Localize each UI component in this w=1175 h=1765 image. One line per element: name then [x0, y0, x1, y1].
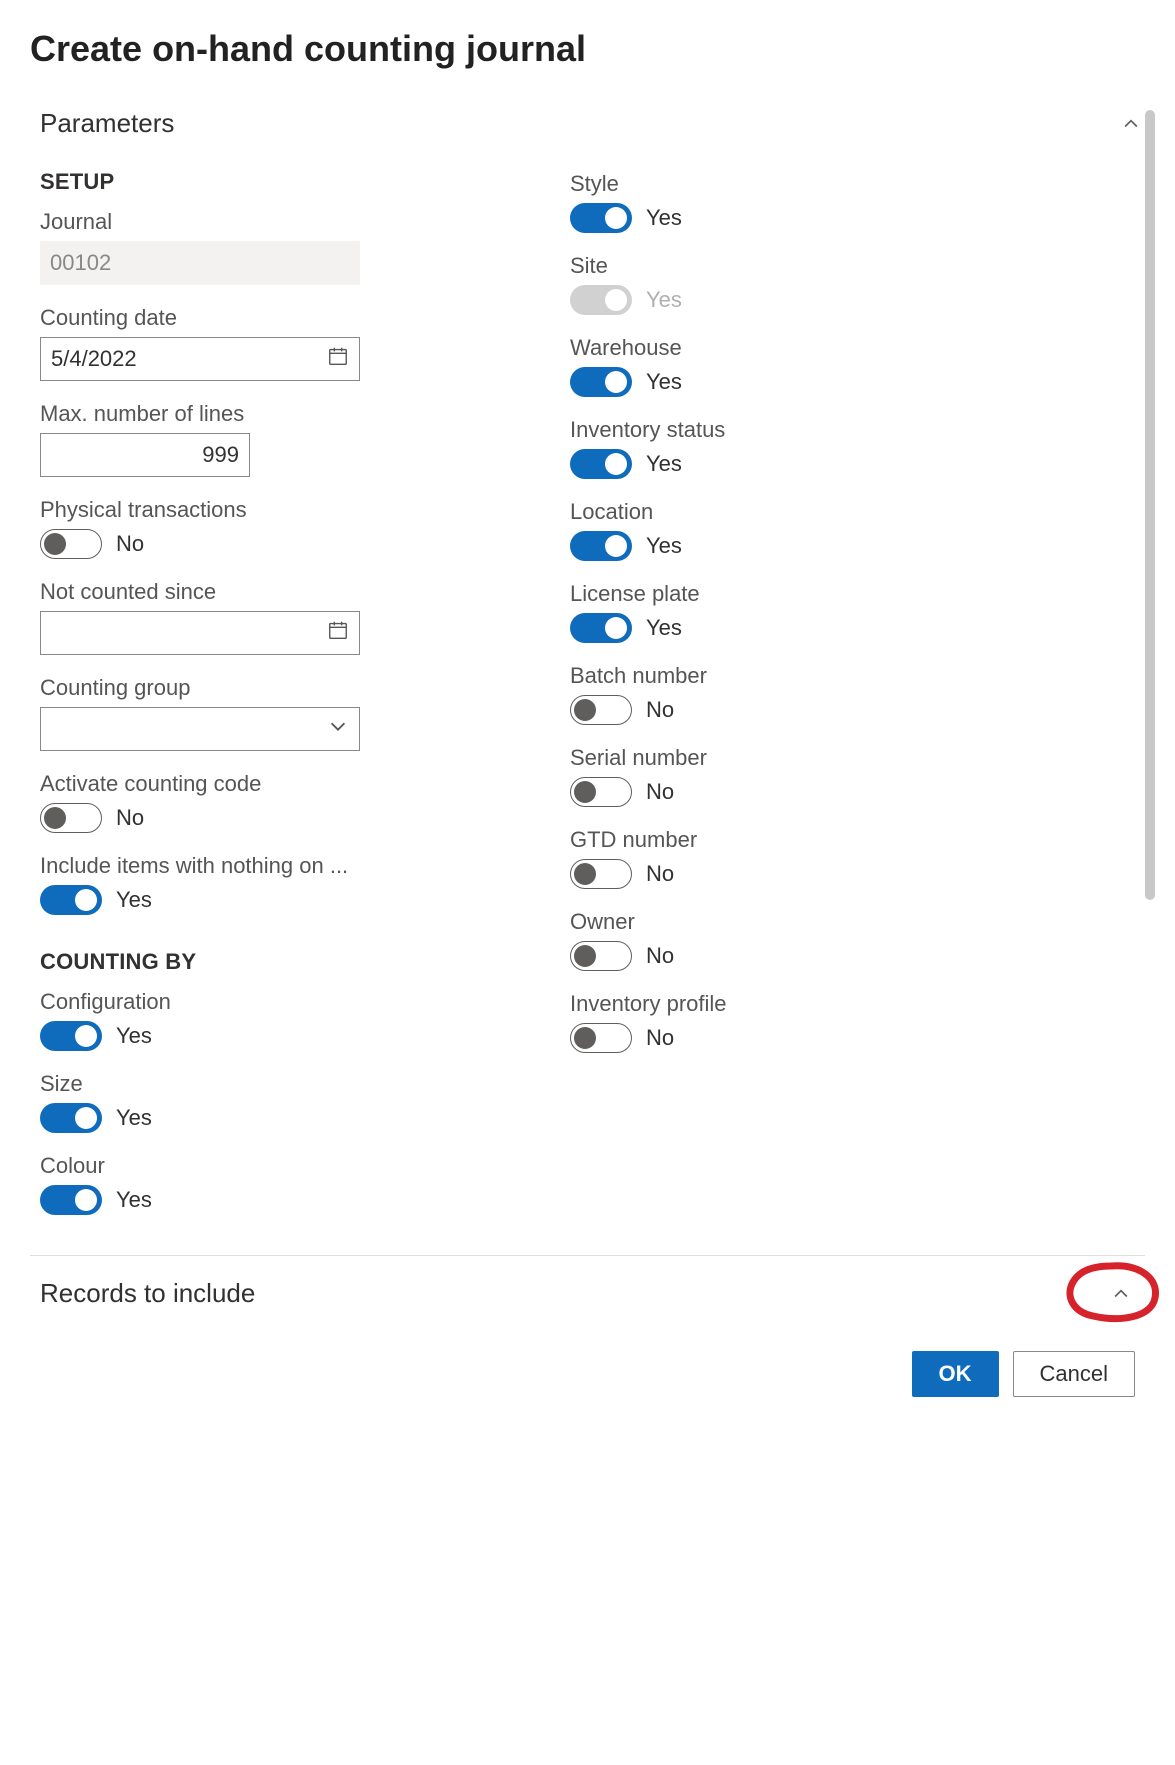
parameters-section-header[interactable]: Parameters [30, 100, 1145, 147]
max-lines-label: Max. number of lines [40, 401, 470, 427]
scrollbar[interactable] [1145, 110, 1155, 900]
include-nothing-onhand-toggle[interactable] [40, 885, 102, 915]
gtd-number-toggle[interactable] [570, 859, 632, 889]
size-toggle[interactable] [40, 1103, 102, 1133]
counting-date-label: Counting date [40, 305, 470, 331]
inventory-status-toggle[interactable] [570, 449, 632, 479]
counting-group-select[interactable] [40, 707, 360, 751]
counting-date-input[interactable]: 5/4/2022 [40, 337, 360, 381]
physical-transactions-state: No [116, 531, 144, 557]
gtd-number-state: No [646, 861, 674, 887]
physical-transactions-toggle[interactable] [40, 529, 102, 559]
configuration-toggle[interactable] [40, 1021, 102, 1051]
size-label: Size [40, 1071, 470, 1097]
include-nothing-onhand-label: Include items with nothing on ... [40, 853, 470, 879]
batch-number-label: Batch number [570, 663, 1000, 689]
serial-number-toggle[interactable] [570, 777, 632, 807]
inventory-profile-label: Inventory profile [570, 991, 1000, 1017]
license-plate-state: Yes [646, 615, 682, 641]
colour-state: Yes [116, 1187, 152, 1213]
not-counted-since-input[interactable] [40, 611, 360, 655]
location-toggle[interactable] [570, 531, 632, 561]
site-state: Yes [646, 287, 682, 313]
location-label: Location [570, 499, 1000, 525]
colour-toggle[interactable] [40, 1185, 102, 1215]
include-nothing-onhand-state: Yes [116, 887, 152, 913]
activate-counting-code-state: No [116, 805, 144, 831]
gtd-number-label: GTD number [570, 827, 1000, 853]
inventory-status-state: Yes [646, 451, 682, 477]
site-label: Site [570, 253, 1000, 279]
style-label: Style [570, 171, 1000, 197]
batch-number-state: No [646, 697, 674, 723]
not-counted-since-label: Not counted since [40, 579, 470, 605]
max-lines-input[interactable]: 999 [40, 433, 250, 477]
activate-counting-code-toggle[interactable] [40, 803, 102, 833]
chevron-up-icon [1117, 110, 1145, 138]
inventory-status-label: Inventory status [570, 417, 1000, 443]
configuration-state: Yes [116, 1023, 152, 1049]
warehouse-label: Warehouse [570, 335, 1000, 361]
serial-number-state: No [646, 779, 674, 805]
records-section-title: Records to include [40, 1278, 255, 1309]
owner-toggle[interactable] [570, 941, 632, 971]
counting-by-heading: COUNTING BY [40, 949, 500, 975]
style-toggle[interactable] [570, 203, 632, 233]
inventory-profile-state: No [646, 1025, 674, 1051]
cancel-button[interactable]: Cancel [1013, 1351, 1135, 1397]
physical-transactions-label: Physical transactions [40, 497, 470, 523]
colour-label: Colour [40, 1153, 470, 1179]
journal-label: Journal [40, 209, 470, 235]
inventory-profile-toggle[interactable] [570, 1023, 632, 1053]
setup-heading: SETUP [40, 169, 500, 195]
configuration-label: Configuration [40, 989, 470, 1015]
serial-number-label: Serial number [570, 745, 1000, 771]
page-title: Create on-hand counting journal [30, 28, 1145, 70]
chevron-up-icon [1107, 1280, 1135, 1308]
license-plate-toggle[interactable] [570, 613, 632, 643]
journal-input: 00102 [40, 241, 360, 285]
activate-counting-code-label: Activate counting code [40, 771, 470, 797]
calendar-icon[interactable] [327, 345, 349, 373]
parameters-section-title: Parameters [40, 108, 174, 139]
chevron-down-icon [327, 715, 349, 743]
owner-state: No [646, 943, 674, 969]
owner-label: Owner [570, 909, 1000, 935]
size-state: Yes [116, 1105, 152, 1131]
warehouse-toggle[interactable] [570, 367, 632, 397]
style-state: Yes [646, 205, 682, 231]
batch-number-toggle[interactable] [570, 695, 632, 725]
location-state: Yes [646, 533, 682, 559]
records-section-header[interactable]: Records to include [30, 1256, 1145, 1331]
calendar-icon[interactable] [327, 619, 349, 647]
license-plate-label: License plate [570, 581, 1000, 607]
ok-button[interactable]: OK [912, 1351, 999, 1397]
site-toggle [570, 285, 632, 315]
counting-group-label: Counting group [40, 675, 470, 701]
warehouse-state: Yes [646, 369, 682, 395]
